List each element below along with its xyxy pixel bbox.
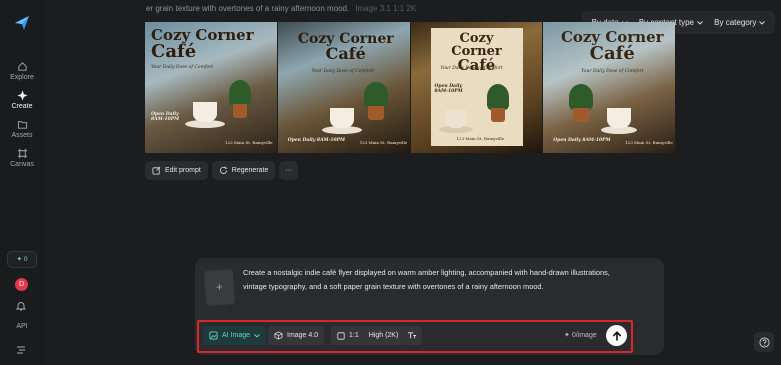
generation-meta: Image 3.1 1:1 2K xyxy=(355,4,417,13)
logo-icon[interactable] xyxy=(13,14,31,32)
poster-title: Cozy Corner Café xyxy=(292,32,400,62)
coffee-cup-illustration xyxy=(193,102,217,122)
sidebar-item-assets[interactable]: Assets xyxy=(0,119,44,139)
poster-hours: Open Daily 8AM-10PM xyxy=(435,84,463,95)
home-icon xyxy=(17,62,27,71)
cost-label: 0/image xyxy=(571,332,597,339)
ratio-label: 1:1 xyxy=(349,332,359,339)
canvas-icon xyxy=(17,148,27,159)
poster-title-line2: Café xyxy=(589,43,635,64)
chevron-down-icon xyxy=(759,20,766,25)
poster-address: 123 Main St, Rainyville xyxy=(225,140,273,145)
model-selector[interactable]: Image 4.0 xyxy=(268,326,325,345)
poster-address: 123 Main St, Rainyville xyxy=(625,140,673,145)
quality-label: High (2K) xyxy=(368,332,399,339)
image-actions: Edit prompt Regenerate ··· xyxy=(145,161,299,180)
reference-image-upload[interactable]: + xyxy=(203,269,236,306)
cube-icon xyxy=(274,331,283,340)
pot-illustration xyxy=(490,108,505,122)
sidebar-item-label: Assets xyxy=(11,132,33,139)
credits-badge[interactable]: ✦ 0 xyxy=(7,251,37,268)
generated-image-3[interactable]: Cozy Corner Café Your Daily Dose of Comf… xyxy=(410,22,543,153)
sparkle-icon xyxy=(16,90,28,101)
sidebar: Explore Create Assets Canvas ✦ 0 D API xyxy=(0,0,44,365)
poster-hours: Open Daily 8AM-10PM xyxy=(553,138,611,143)
bell-icon[interactable] xyxy=(15,300,27,312)
arrow-up-icon xyxy=(612,330,621,341)
generated-image-1[interactable]: Cozy Corner Café Your Daily Dose of Comf… xyxy=(145,22,277,153)
credit-cost: ✦ 0/image xyxy=(564,331,597,339)
poster-title-line2: Café xyxy=(325,44,366,63)
poster-hours-line2: 8AM-10PM xyxy=(434,89,463,95)
plant-illustration xyxy=(363,82,388,108)
sidebar-item-canvas[interactable]: Canvas xyxy=(0,148,44,168)
sidebar-item-label: Canvas xyxy=(10,161,34,168)
plant-illustration xyxy=(569,84,594,110)
sidebar-item-label: Explore xyxy=(10,74,34,81)
avatar[interactable]: D xyxy=(15,278,28,291)
edit-prompt-label: Edit prompt xyxy=(165,167,201,174)
sidebar-item-label: Create xyxy=(11,103,33,110)
coffee-cup-illustration xyxy=(607,108,632,128)
help-icon xyxy=(758,336,770,348)
poster-subtitle: Your Daily Dose of Comfort xyxy=(440,66,503,71)
pot-illustration xyxy=(573,108,590,122)
prompt-input[interactable]: Create a nostalgic indie café flyer disp… xyxy=(243,266,635,293)
poster-address: 123 Main St, Rainyville xyxy=(456,136,504,141)
text-settings-button[interactable] xyxy=(402,326,422,345)
prompt-composer: + Create a nostalgic indie café flyer di… xyxy=(195,258,664,355)
refresh-icon xyxy=(219,166,227,174)
chevron-down-icon xyxy=(697,20,703,25)
poster-subtitle: Your Daily Dose of Comfort xyxy=(581,69,644,74)
poster-subtitle: Your Daily Dose of Comfort xyxy=(311,69,374,74)
poster-title-line2: Café xyxy=(151,41,197,62)
sidebar-item-create[interactable]: Create xyxy=(0,90,44,110)
generated-images-row: Cozy Corner Café Your Daily Dose of Comf… xyxy=(145,22,675,153)
generated-image-2[interactable]: Cozy Corner Café Your Daily Dose of Comf… xyxy=(277,22,410,153)
poster-subtitle: Your Daily Dose of Comfort xyxy=(151,65,214,70)
coffee-cup-illustration xyxy=(329,108,354,128)
filter-label: By category xyxy=(714,18,757,27)
edit-icon xyxy=(152,166,161,175)
coffee-cup-illustration xyxy=(444,110,467,128)
poster-address: 123 Main St, Rainyville xyxy=(359,140,408,145)
previous-prompt-text: er grain texture with overtones of a rai… xyxy=(146,4,416,13)
generate-button[interactable] xyxy=(606,325,627,346)
menu-icon[interactable] xyxy=(15,345,27,355)
folder-icon xyxy=(17,121,27,129)
chevron-down-icon xyxy=(254,333,260,338)
sidebar-item-explore[interactable]: Explore xyxy=(0,61,44,81)
mode-label: AI Image xyxy=(222,332,251,339)
api-link[interactable]: API xyxy=(0,323,44,330)
pot-illustration xyxy=(233,104,247,118)
poster-hours: Open Daily 8AM-10PM xyxy=(151,112,179,123)
poster-title-line1: Cozy Corner xyxy=(451,31,502,59)
mode-selector[interactable]: AI Image xyxy=(203,326,267,345)
sparkle-icon: ✦ xyxy=(564,332,570,339)
generated-image-4[interactable]: Cozy Corner Café Your Daily Dose of Comf… xyxy=(543,22,675,153)
filter-by-category[interactable]: By category xyxy=(714,18,766,27)
poster-hours-line2: 8AM-10PM xyxy=(151,117,180,123)
poster-hours: Open Daily 8AM-10PM xyxy=(287,138,346,143)
more-options-button[interactable]: ··· xyxy=(279,161,299,180)
edit-prompt-button[interactable]: Edit prompt xyxy=(145,161,208,180)
image-icon xyxy=(209,331,218,340)
model-label: Image 4.0 xyxy=(287,332,319,339)
text-format-icon xyxy=(407,332,417,339)
more-icon: ··· xyxy=(285,167,293,174)
pot-illustration xyxy=(367,106,384,120)
prompt-snippet: er grain texture with overtones of a rai… xyxy=(146,4,350,13)
regenerate-button[interactable]: Regenerate xyxy=(211,161,276,180)
help-button[interactable] xyxy=(754,332,774,352)
regenerate-label: Regenerate xyxy=(231,167,269,174)
plant-illustration xyxy=(229,80,251,106)
poster-title: Cozy Corner Café xyxy=(151,28,254,61)
square-ratio-icon xyxy=(337,331,345,340)
plant-illustration xyxy=(486,84,509,110)
poster-title: Cozy Corner Café xyxy=(557,30,667,63)
ratio-quality-selector[interactable]: 1:1 High (2K) xyxy=(331,326,405,345)
